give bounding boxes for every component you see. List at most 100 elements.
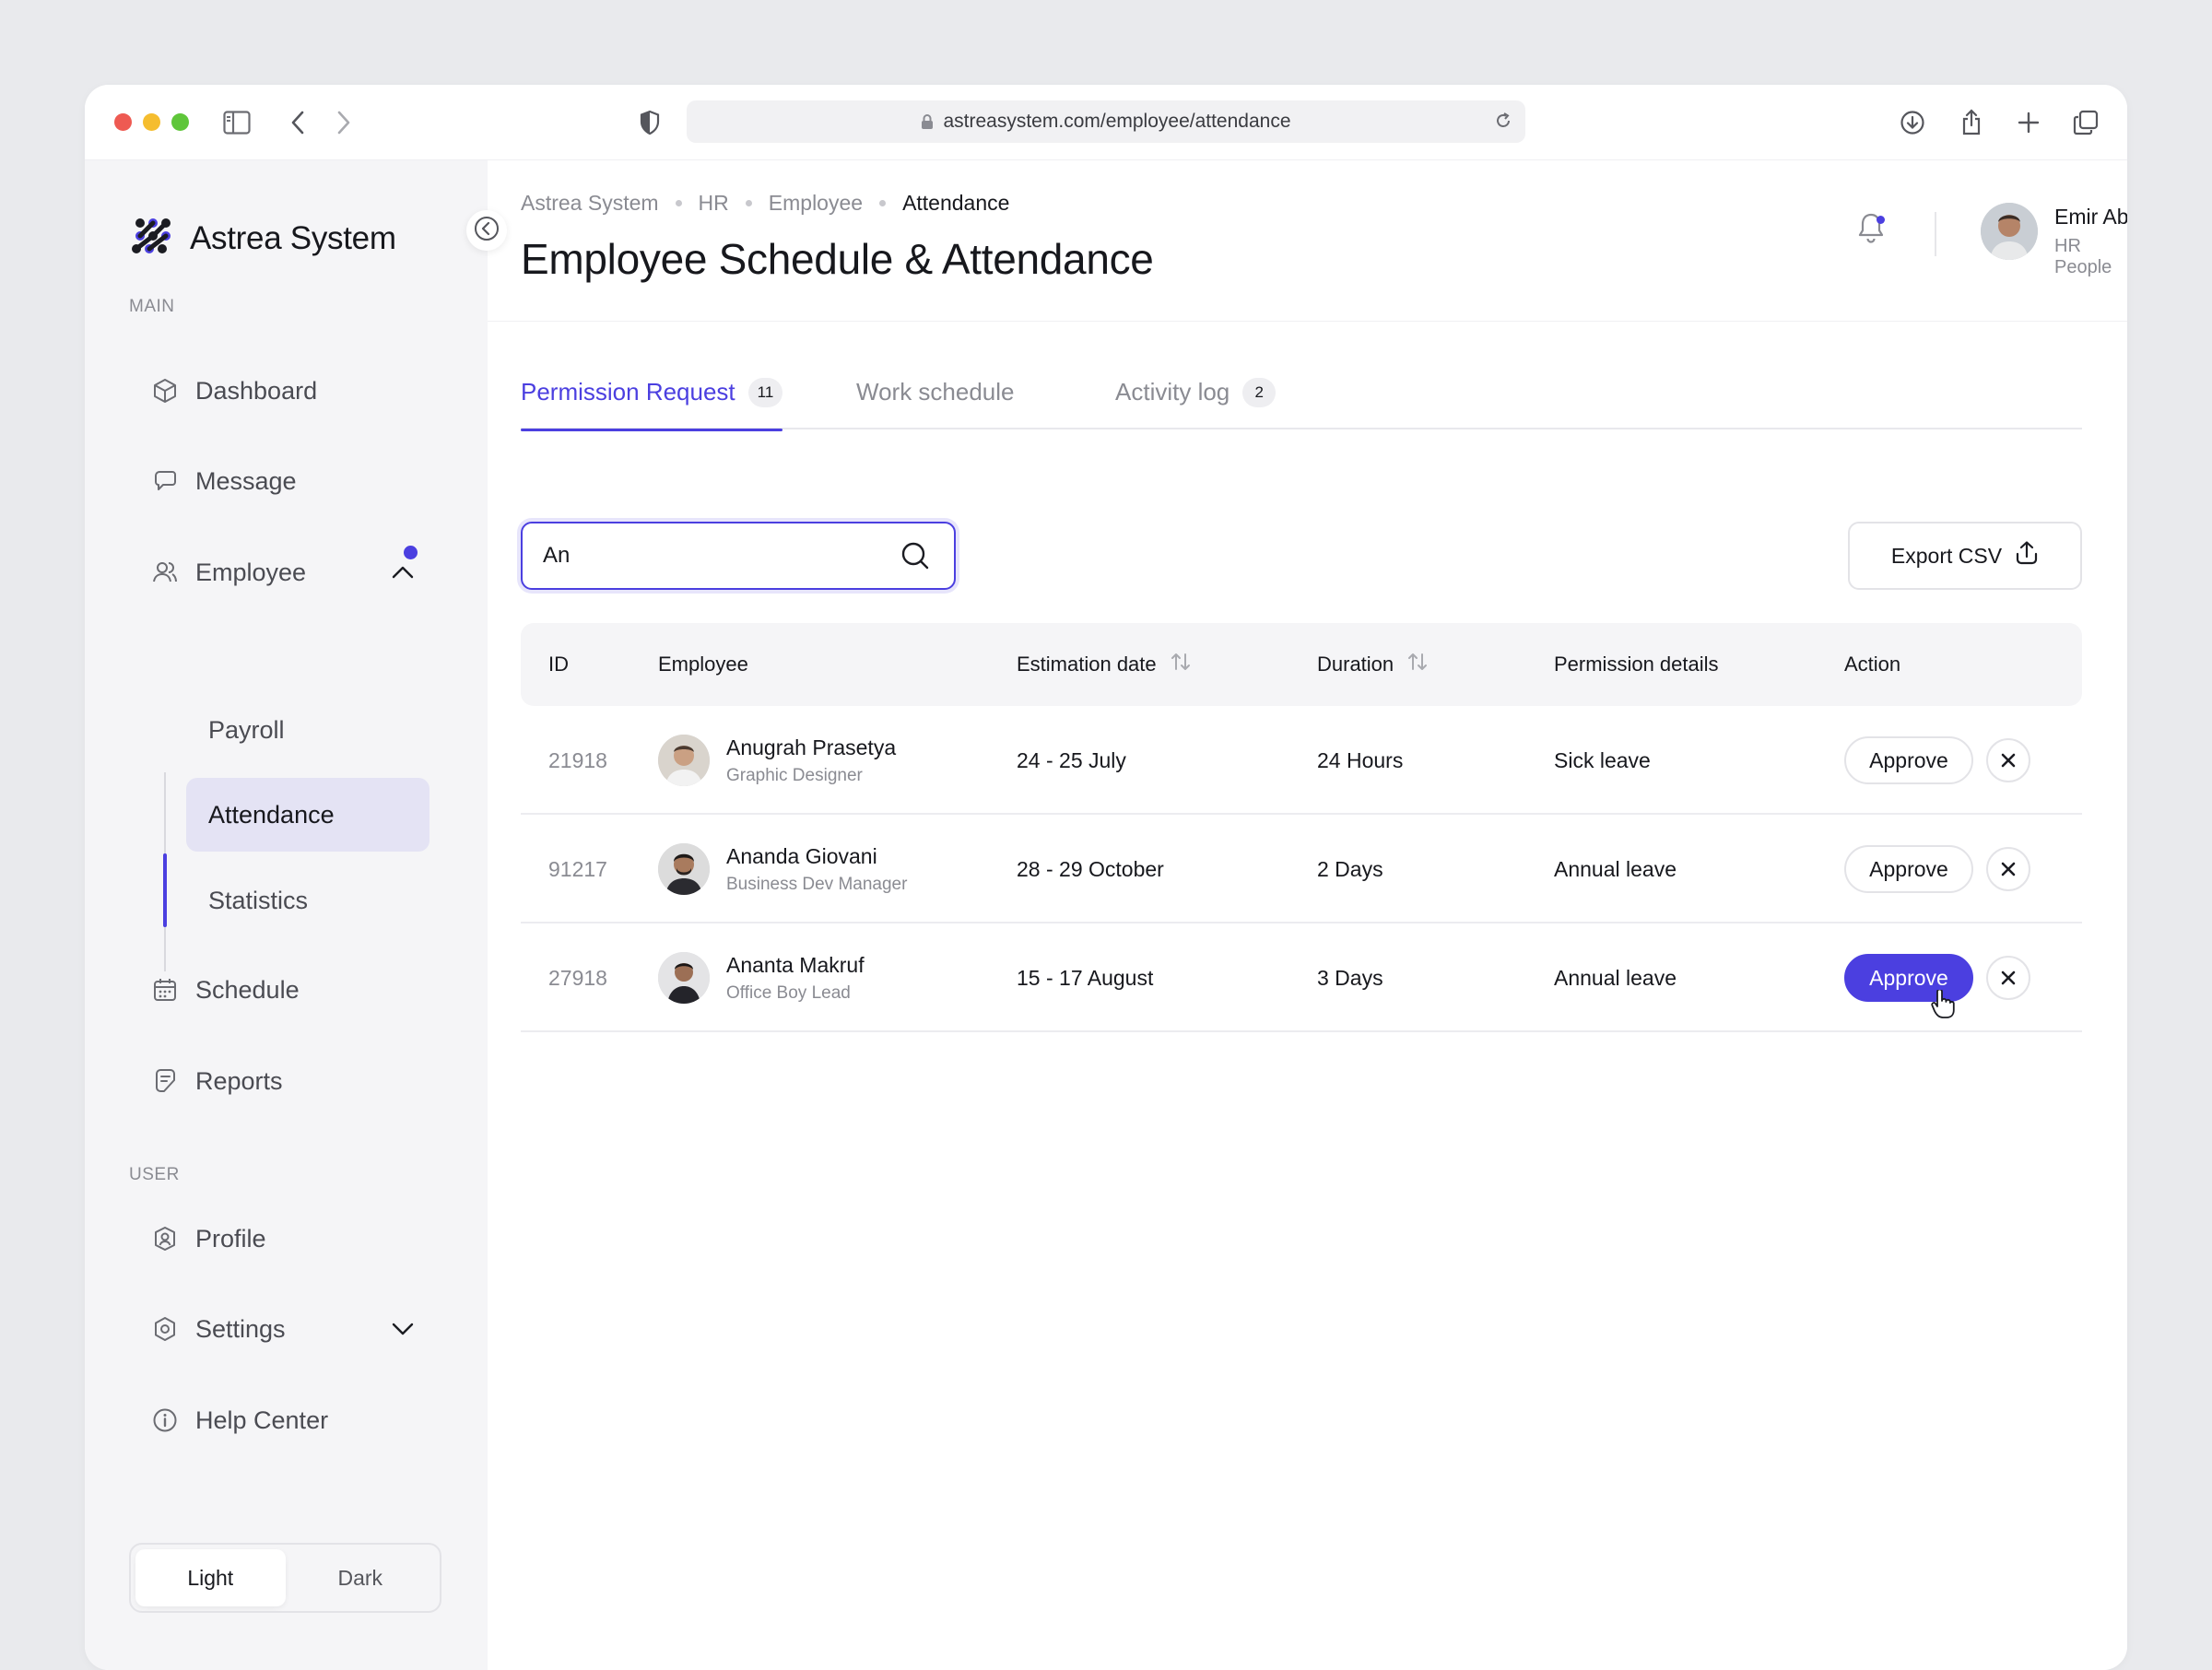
tabs: Permission Request 11 Work schedule Acti… bbox=[521, 378, 2082, 431]
column-header-duration[interactable]: Duration bbox=[1317, 623, 1429, 706]
chevron-down-icon[interactable] bbox=[389, 1315, 417, 1343]
employee-name: Anugrah Prasetya bbox=[726, 735, 897, 759]
sidebar-item-label: Message bbox=[195, 466, 297, 495]
light-theme-option[interactable]: Light bbox=[135, 1549, 286, 1606]
report-icon bbox=[151, 1067, 179, 1095]
count-badge: 11 bbox=[747, 378, 783, 407]
download-icon[interactable] bbox=[1897, 107, 1928, 138]
sidebar-item-reports[interactable]: Reports bbox=[151, 1063, 283, 1100]
search-input[interactable] bbox=[543, 543, 897, 569]
sidebar-item-payroll[interactable]: Payroll bbox=[208, 693, 285, 767]
users-icon bbox=[151, 559, 179, 586]
sidebar-item-label: Employee bbox=[195, 558, 307, 586]
sidebar-item-profile[interactable]: Profile bbox=[151, 1220, 266, 1257]
sidebar-item-schedule[interactable]: Schedule bbox=[151, 971, 300, 1008]
search-field[interactable] bbox=[521, 522, 956, 590]
duration: 3 Days bbox=[1317, 965, 1383, 990]
employee-role: Graphic Designer bbox=[726, 765, 863, 785]
browser-toolbar: astreasystem.com/employee/attendance bbox=[85, 85, 2127, 160]
notifications-button[interactable] bbox=[1852, 210, 1890, 249]
column-header-estimation-date[interactable]: Estimation date bbox=[1017, 623, 1192, 706]
tab-activity-log[interactable]: Activity log 2 bbox=[1115, 378, 1277, 429]
cube-icon bbox=[151, 377, 179, 405]
estimation-date: 28 - 29 October bbox=[1017, 856, 1164, 881]
employee-name: Ananta Makruf bbox=[726, 952, 865, 977]
table-row: 91217 Ananda Giovani Business Dev Manage… bbox=[521, 815, 2082, 923]
action-cell: Approve bbox=[1844, 815, 2030, 923]
column-header-permission-details: Permission details bbox=[1554, 623, 1719, 706]
tab-overview-icon[interactable] bbox=[2070, 107, 2101, 138]
action-cell: Approve bbox=[1844, 706, 2030, 815]
reject-button[interactable] bbox=[1986, 847, 2030, 891]
tab-label: Permission Request bbox=[521, 378, 735, 406]
approve-button[interactable]: Approve bbox=[1844, 845, 1973, 893]
close-icon bbox=[2001, 748, 2016, 773]
minimize-window-button[interactable] bbox=[143, 113, 160, 131]
sidebar-item-statistics[interactable]: Statistics bbox=[208, 864, 308, 937]
upload-icon bbox=[2015, 540, 2039, 571]
sidebar-item-settings[interactable]: Settings bbox=[151, 1311, 286, 1347]
tab-permission-request[interactable]: Permission Request 11 bbox=[521, 378, 783, 431]
breadcrumb-item[interactable]: HR bbox=[699, 191, 729, 216]
browser-window: astreasystem.com/employee/attendance Ast… bbox=[85, 85, 2127, 1670]
sidebar-item-message[interactable]: Message bbox=[151, 463, 297, 500]
permission-requests-table: ID Employee Estimation date Duration Per… bbox=[521, 623, 2082, 1032]
avatar[interactable] bbox=[1981, 203, 2038, 260]
avatar bbox=[658, 843, 710, 895]
share-icon[interactable] bbox=[1956, 107, 1987, 138]
sidebar-item-help-center[interactable]: Help Center bbox=[151, 1402, 328, 1439]
search-icon[interactable] bbox=[897, 537, 934, 574]
export-csv-button[interactable]: Export CSV bbox=[1848, 522, 2082, 590]
reject-button[interactable] bbox=[1986, 738, 2030, 782]
sidebar: Astrea System MAIN Dashboard Message Emp… bbox=[85, 160, 488, 1670]
avatar bbox=[658, 735, 710, 786]
sort-icon[interactable] bbox=[1170, 651, 1192, 678]
duration: 24 Hours bbox=[1317, 747, 1404, 772]
sidebar-item-label: Settings bbox=[195, 1314, 286, 1343]
breadcrumb-item[interactable]: Employee bbox=[769, 191, 863, 216]
address-bar[interactable]: astreasystem.com/employee/attendance bbox=[687, 100, 1525, 143]
chevron-up-icon[interactable] bbox=[389, 559, 417, 586]
approve-button[interactable]: Approve bbox=[1844, 736, 1973, 784]
sidebar-item-dashboard[interactable]: Dashboard bbox=[151, 372, 317, 409]
sidebar-item-label: Dashboard bbox=[195, 376, 318, 405]
employee-cell: Anugrah Prasetya Graphic Designer bbox=[658, 706, 896, 815]
profile-icon bbox=[151, 1225, 179, 1252]
duration: 2 Days bbox=[1317, 856, 1383, 881]
collapse-sidebar-button[interactable] bbox=[466, 210, 507, 251]
employee-id: 91217 bbox=[548, 856, 607, 881]
tab-work-schedule[interactable]: Work schedule bbox=[856, 378, 1015, 429]
sort-icon[interactable] bbox=[1406, 651, 1429, 678]
maximize-window-button[interactable] bbox=[171, 113, 189, 131]
sidebar-item-label: Profile bbox=[195, 1224, 266, 1252]
reload-icon[interactable] bbox=[1494, 112, 1512, 135]
count-badge: 2 bbox=[1242, 378, 1277, 407]
reject-button[interactable] bbox=[1986, 956, 2030, 1000]
sidebar-item-label: Reports bbox=[195, 1066, 283, 1095]
column-header-id: ID bbox=[548, 623, 569, 706]
permission-details: Sick leave bbox=[1554, 747, 1651, 772]
sidebar-item-employee[interactable]: Employee bbox=[151, 554, 306, 591]
new-tab-icon[interactable] bbox=[2013, 107, 2044, 138]
back-icon[interactable] bbox=[282, 107, 313, 138]
brand-name: Astrea System bbox=[190, 219, 396, 256]
forward-icon[interactable] bbox=[328, 107, 359, 138]
sidebar-toggle-icon[interactable] bbox=[221, 107, 253, 138]
permission-details: Annual leave bbox=[1554, 965, 1677, 990]
user-name: Emir Abiyyu bbox=[2054, 205, 2127, 229]
close-icon bbox=[2001, 857, 2016, 882]
employee-id: 27918 bbox=[548, 965, 607, 990]
url-text: astreasystem.com/employee/attendance bbox=[943, 111, 1291, 132]
breadcrumb-separator bbox=[675, 200, 682, 206]
table-header: ID Employee Estimation date Duration Per… bbox=[521, 623, 2082, 706]
dark-theme-option[interactable]: Dark bbox=[286, 1549, 436, 1606]
main-content: Astrea System HR Employee Attendance Emp… bbox=[488, 160, 2127, 1670]
breadcrumb-item[interactable]: Astrea System bbox=[521, 191, 659, 216]
sidebar-item-label: Schedule bbox=[195, 975, 300, 1004]
brand[interactable]: Astrea System bbox=[131, 216, 396, 261]
close-icon bbox=[2001, 966, 2016, 991]
astrea-logo-icon bbox=[131, 216, 171, 261]
close-window-button[interactable] bbox=[114, 113, 132, 131]
shield-icon[interactable] bbox=[634, 107, 665, 138]
sidebar-item-attendance[interactable]: Attendance bbox=[186, 778, 429, 852]
